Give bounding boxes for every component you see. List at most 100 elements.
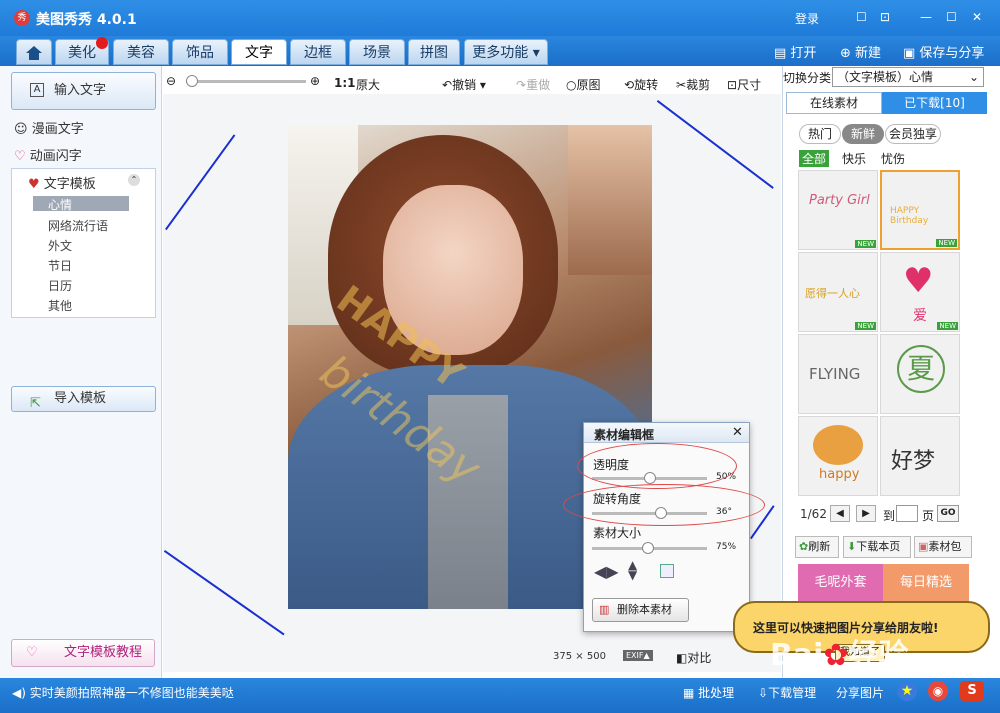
img-height: 500 <box>586 651 606 662</box>
flip-horizontal-icon[interactable]: ◀▶ <box>594 562 619 581</box>
dialog-close-icon[interactable]: ✕ <box>732 425 743 440</box>
zoom-slider-knob[interactable] <box>186 75 198 87</box>
size-slider-knob[interactable] <box>642 542 655 554</box>
subfilter-sad[interactable]: 忧伤 <box>881 150 905 167</box>
banner-coat[interactable]: 毛呢外套 <box>798 564 883 602</box>
comic-text-item[interactable]: ☺ 漫画文字 <box>14 118 84 137</box>
exif-button[interactable]: EXIF▲ <box>623 650 653 661</box>
skin-icon[interactable]: ⊡ <box>880 10 890 24</box>
weibo-icon[interactable]: ◉ <box>928 681 948 701</box>
home-tab-icon[interactable] <box>16 39 52 65</box>
go-button[interactable]: GO <box>937 505 959 522</box>
rotate-icon: ⟲ <box>624 78 635 92</box>
batch-icon: ▦ <box>683 686 699 700</box>
open-button[interactable]: ▤ 打开 <box>774 42 816 61</box>
collapse-icon[interactable]: ⌃ <box>128 174 140 186</box>
compare-button[interactable]: ◧对比 <box>676 649 711 666</box>
qzone-icon[interactable]: ★ <box>897 681 917 701</box>
material-pack-label: 素材包 <box>928 540 962 553</box>
material-thumb-selected[interactable]: HAPPY Birthday NEW <box>880 170 960 250</box>
next-page-icon[interactable]: ▶ <box>856 505 876 522</box>
delete-material-button[interactable]: ▥ 删除本素材 <box>592 598 689 622</box>
subfilter-happy[interactable]: 快乐 <box>842 150 866 167</box>
filter-new[interactable]: 新鲜 <box>842 124 884 144</box>
template-sub-item[interactable]: 节日 <box>48 257 72 274</box>
tab-downloaded[interactable]: 已下载[10] <box>882 92 987 114</box>
login-link[interactable]: 登录 <box>795 10 819 27</box>
original-button[interactable]: ○原图 <box>566 76 601 93</box>
speaker-icon: ◀) <box>12 686 30 700</box>
undo-icon: ↶ <box>442 78 453 92</box>
status-tip[interactable]: ◀) 实时美颜拍照神器一不修图也能美美哒 <box>12 684 234 701</box>
annotation-ellipse <box>577 443 737 489</box>
title-bar: 秀 美图秀秀 4.0.1 登录 ☐ ⊡ — ☐ ✕ <box>0 0 1000 36</box>
import-template-button[interactable]: ⇱ 导入模板 <box>11 386 156 412</box>
size-button[interactable]: ⊡尺寸 <box>727 76 761 93</box>
copy-icon[interactable] <box>660 564 674 578</box>
template-sub-item[interactable]: 日历 <box>48 277 72 294</box>
zoom-slider[interactable] <box>186 80 306 83</box>
crop-button[interactable]: ✂裁剪 <box>676 76 710 93</box>
material-thumb[interactable]: 夏 <box>880 334 960 414</box>
sogou-icon[interactable]: S <box>960 681 984 701</box>
download-manager-button[interactable]: ⇩下载管理 <box>758 684 816 701</box>
template-item[interactable]: ♥ 文字模板 <box>28 173 96 192</box>
download-page-button[interactable]: ⬇下载本页 <box>843 536 911 558</box>
rotate-label: 旋转 <box>634 78 659 92</box>
redo-button[interactable]: ↷重做 <box>516 76 550 93</box>
zoom-in-icon[interactable]: ⊕ <box>310 74 320 88</box>
material-thumb[interactable]: happy <box>798 416 878 496</box>
rotate-button[interactable]: ⟲旋转 <box>624 76 658 93</box>
template-sub-item[interactable]: 外文 <box>48 237 72 254</box>
material-pack-button[interactable]: ▣素材包 <box>914 536 972 558</box>
batch-button[interactable]: ▦ 批处理 <box>683 684 734 701</box>
material-thumb[interactable]: 愿得一人心 NEW <box>798 252 878 332</box>
banner-daily[interactable]: 每日精选 <box>883 564 969 602</box>
subfilter-all[interactable]: 全部 <box>799 150 830 167</box>
save-share-button[interactable]: ▣ 保存与分享 <box>903 42 984 61</box>
input-text-button[interactable]: A 输入文字 <box>11 72 156 110</box>
template-sub-item[interactable]: 心情 <box>48 196 72 213</box>
scissors-icon: ✂ <box>676 78 687 92</box>
template-sub-item[interactable]: 网络流行语 <box>48 217 108 234</box>
maximize-button[interactable]: ☐ <box>946 10 957 24</box>
filter-hot[interactable]: 热门 <box>799 124 841 144</box>
watermark-brand-text: Bai <box>770 638 824 673</box>
undo-button[interactable]: ↶撤销 ▾ <box>442 76 486 93</box>
new-button[interactable]: ⊕ 新建 <box>840 42 881 61</box>
material-thumb[interactable]: 好梦 <box>880 416 960 496</box>
flip-vertical-icon[interactable]: ▲ ▼ <box>628 559 637 581</box>
watermark-url: jingyan.baidu.com <box>845 665 947 678</box>
close-button[interactable]: ✕ <box>972 10 982 24</box>
tab-frame[interactable]: 边框 <box>290 39 346 65</box>
tab-text[interactable]: 文字 <box>231 39 287 65</box>
crop-label: 裁剪 <box>686 78 711 92</box>
message-icon[interactable]: ☐ <box>856 10 867 24</box>
anim-text-item[interactable]: ♡ 动画闪字 <box>14 145 82 164</box>
template-sub-item[interactable]: 其他 <box>48 297 72 314</box>
filter-vip[interactable]: 会员独享 <box>885 124 941 144</box>
page-input[interactable] <box>896 505 918 522</box>
tab-beauty[interactable]: 美容 <box>113 39 169 65</box>
tutorial-button[interactable]: ♡ 文字模板教程 <box>11 639 155 667</box>
material-thumb[interactable]: ♥ 爱 NEW <box>880 252 960 332</box>
tab-scene[interactable]: 场景 <box>349 39 405 65</box>
switch-category-label: 切换分类 <box>783 71 832 85</box>
ratio-button[interactable]: 1:1 <box>334 76 356 90</box>
thumb-label: 爱 <box>913 308 927 324</box>
size-value: 75% <box>716 542 737 552</box>
refresh-button[interactable]: ✿刷新 <box>795 536 839 558</box>
category-select[interactable]: （文字模板）心情 ⌄ <box>832 67 984 87</box>
prev-page-icon[interactable]: ◀ <box>830 505 850 522</box>
material-thumb[interactable]: FLYING <box>798 334 878 414</box>
original-size-button[interactable]: 原大 <box>356 76 380 93</box>
tab-online-material[interactable]: 在线素材 <box>786 92 882 114</box>
zoom-out-icon[interactable]: ⊖ <box>166 74 176 88</box>
share-image-button[interactable]: 分享图片 <box>836 684 884 701</box>
tab-collage[interactable]: 拼图 <box>408 39 460 65</box>
minimize-button[interactable]: — <box>920 10 932 24</box>
tab-accessories[interactable]: 饰品 <box>172 39 228 65</box>
compare-label: 对比 <box>687 651 712 665</box>
tab-more[interactable]: 更多功能 ▾ <box>464 39 548 65</box>
material-thumb[interactable]: Party Girl NEW <box>798 170 878 250</box>
